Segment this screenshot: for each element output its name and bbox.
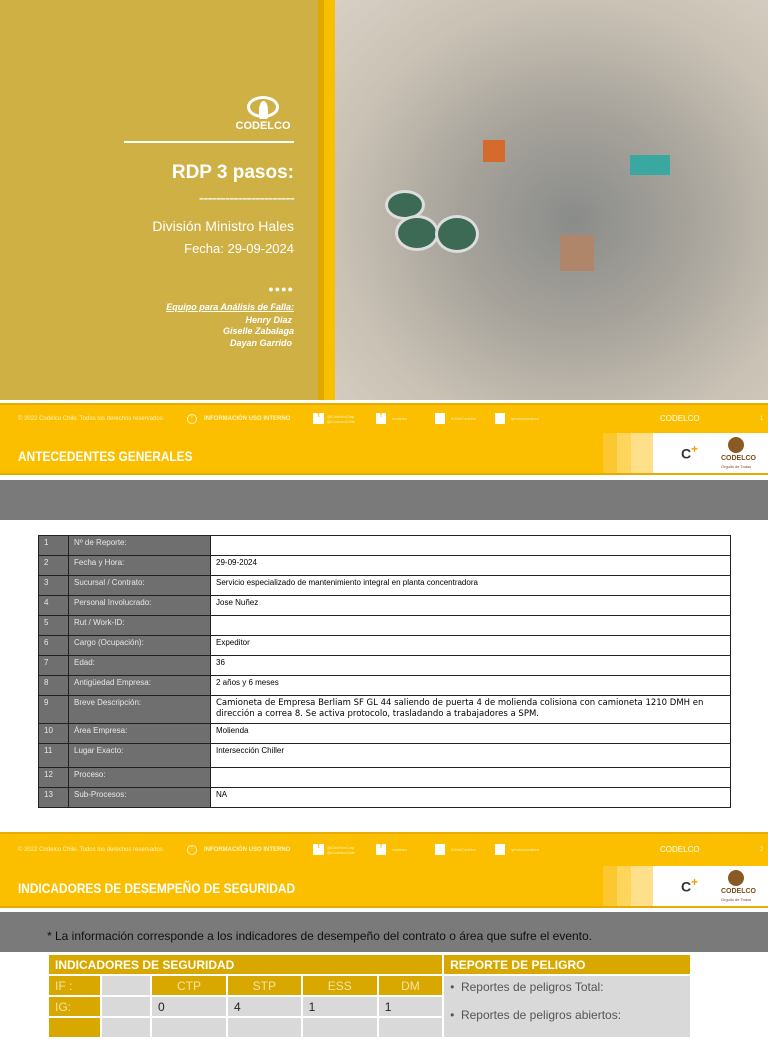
row-label: Sub-Procesos: (68, 787, 211, 808)
row-number: 12 (38, 767, 69, 788)
table-row: 2 Fecha y Hora: 29-09-2024 (38, 555, 731, 576)
cplus-icon: C+ (681, 443, 698, 462)
table-row: 11 Lugar Exacto: Intersección Chiller (38, 743, 731, 768)
row-label: Lugar Exacto: (68, 743, 211, 768)
team-member: Dayan Garrido (229, 338, 292, 348)
row-label: Cargo (Ocupación): (68, 635, 211, 656)
cover-date: Fecha: 29-09-2024 (184, 241, 294, 256)
indicadores-table: INDICADORES DE SEGURIDAD REPORTE DE PELI… (46, 953, 692, 1039)
youtube-icon (435, 844, 445, 855)
team-label: Equipo para Análisis de Falla: (166, 302, 294, 312)
table-row: 3 Sucursal / Contrato: Servicio especializ… (38, 575, 731, 596)
table-row: 10 Área Empresa: Molienda (38, 723, 731, 744)
row-value (210, 535, 731, 556)
twitter-icon: t (313, 844, 324, 855)
row-number: 1 (38, 535, 69, 556)
info-icon: ! (187, 845, 197, 855)
youtube-icon (435, 413, 445, 424)
antecedentes-table: 1 Nº de Reporte: 2 Fecha y Hora: 29-09-2024 3… (38, 535, 731, 808)
row-label: Personal Involucrado: (68, 595, 211, 616)
codelco-logo: CODELCO (230, 96, 296, 132)
cplus-icon: C+ (681, 876, 698, 895)
gray-band (0, 480, 768, 520)
row-value: Camioneta de Empresa Berliam SF GL 44 sa… (210, 695, 731, 724)
cover-title: RDP 3 pasos: (171, 162, 294, 183)
team-member: Henry Diaz (245, 315, 292, 325)
section-title: INDICADORES DE DESEMPEÑO DE SEGURIDAD (18, 880, 296, 896)
cover-dashes: ---------------------- (198, 190, 295, 207)
row-value: Molienda (210, 723, 731, 744)
logo-icon (247, 96, 279, 119)
table-row: 12 Proceso: (38, 767, 731, 788)
row-value: 2 años y 6 meses (210, 675, 731, 696)
facebook-icon: f (376, 413, 386, 424)
row-value (210, 615, 731, 636)
cover-dots: ●●●● (268, 284, 294, 294)
note-band: * La información corresponde a los indic… (0, 912, 768, 952)
row-label: Proceso: (68, 767, 211, 788)
report-list: • Reportes de peligros Total: • Reportes… (442, 974, 692, 1039)
row-number: 9 (38, 695, 69, 724)
row-label: Nº de Reporte: (68, 535, 211, 556)
row-label: Área Empresa: (68, 723, 211, 744)
team-member: Giselle Zabalaga (222, 326, 294, 336)
section-title: ANTECEDENTES GENERALES (18, 448, 193, 464)
table-row: 6 Cargo (Ocupación): Expeditor (38, 635, 731, 656)
cover-division: División Ministro Hales (152, 218, 294, 234)
row-value (210, 767, 731, 788)
plant-aerial-photo (335, 0, 768, 400)
table-row: 9 Breve Descripción: Camioneta de Empresa … (38, 695, 731, 724)
row-label: Rut / Work-ID: (68, 615, 211, 636)
row-number: 8 (38, 675, 69, 696)
row-number: 3 (38, 575, 69, 596)
row-label: Sucursal / Contrato: (68, 575, 211, 596)
flickr-icon (495, 413, 505, 424)
row-value: NA (210, 787, 731, 808)
row-number: 7 (38, 655, 69, 676)
table-row: 4 Personal Involucrado: Jose Nuñez (38, 595, 731, 616)
slide-footer-bar: © 2022 Codelco Chile. Todos los derechos… (0, 832, 768, 908)
row-label: Fecha y Hora: (68, 555, 211, 576)
row-value: Jose Nuñez (210, 595, 731, 616)
row-value: Expeditor (210, 635, 731, 656)
row-number: 10 (38, 723, 69, 744)
flickr-icon (495, 844, 505, 855)
slide-footer-bar: © 2022 Codelco Chile. Todos los derechos… (0, 403, 768, 475)
row-label: Edad: (68, 655, 211, 676)
row-label: Breve Descripción: (68, 695, 211, 724)
codelco-cplus-logo: C+ CODELCO Orgullo de Todos (653, 433, 768, 473)
table-row: 5 Rut / Work-ID: (38, 615, 731, 636)
table-row: 7 Edad: 36 (38, 655, 731, 676)
rep-header: REPORTE DE PELIGRO (442, 953, 692, 976)
row-number: 2 (38, 555, 69, 576)
row-value: 36 (210, 655, 731, 676)
facebook-icon: f (376, 844, 386, 855)
note-text: * La información corresponde a los indic… (47, 929, 593, 943)
table-row: 8 Antigüedad Empresa: 2 años y 6 meses (38, 675, 731, 696)
cover-panel: CODELCO RDP 3 pasos: -------------------… (0, 0, 318, 400)
row-number: 6 (38, 635, 69, 656)
info-icon: ! (187, 414, 197, 424)
row-number: 5 (38, 615, 69, 636)
row-value: 29-09-2024 (210, 555, 731, 576)
row-label: Antigüedad Empresa: (68, 675, 211, 696)
table-row: 13 Sub-Procesos: NA (38, 787, 731, 808)
row-value: Intersección Chiller (210, 743, 731, 768)
ind-header: INDICADORES DE SEGURIDAD (46, 953, 445, 976)
table-row: 1 Nº de Reporte: (38, 535, 731, 556)
codelco-cplus-logo: C+ CODELCO Orgullo de Todos (653, 866, 768, 906)
row-number: 11 (38, 743, 69, 768)
cover-divider (124, 141, 294, 143)
twitter-icon: t (313, 413, 324, 424)
cover-stripe (318, 0, 335, 400)
row-number: 13 (38, 787, 69, 808)
row-number: 4 (38, 595, 69, 616)
row-value: Servicio especializado de mantenimiento … (210, 575, 731, 596)
